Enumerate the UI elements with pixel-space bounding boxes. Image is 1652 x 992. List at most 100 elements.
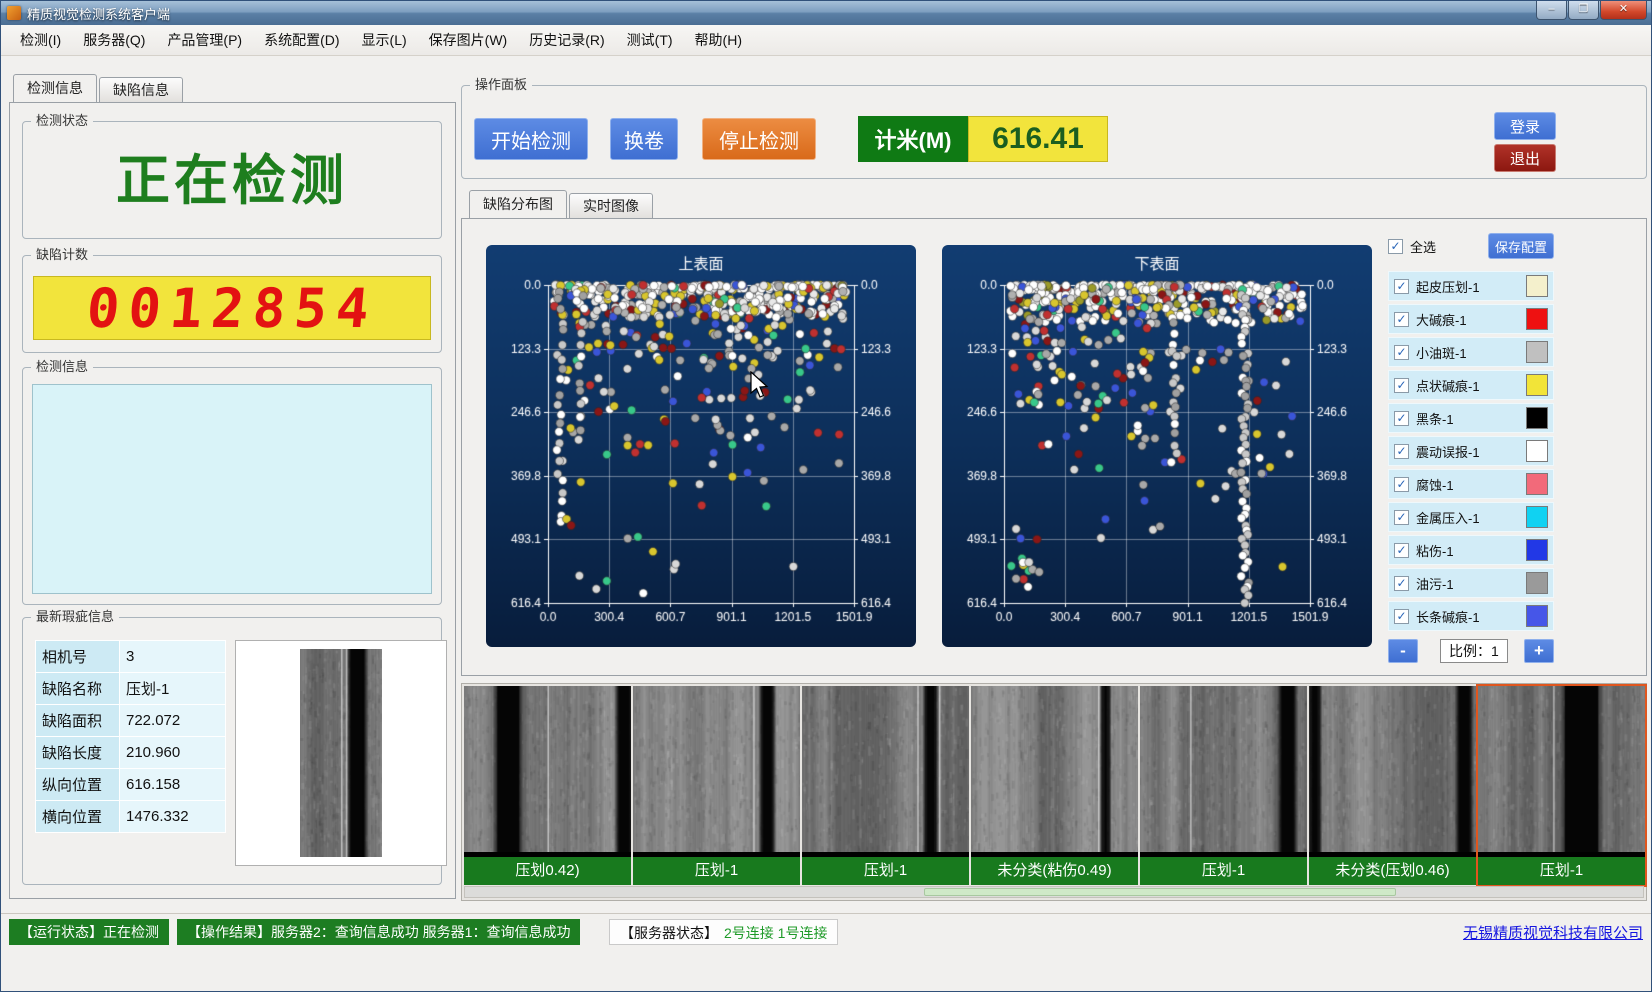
checkbox[interactable] <box>1394 378 1409 393</box>
legend-label: 大碱痕-1 <box>1416 310 1467 329</box>
change-roll-button[interactable]: 换卷 <box>610 118 678 160</box>
defect-thumbnail[interactable]: 压划-1 <box>1140 686 1307 885</box>
checkbox[interactable] <box>1394 576 1409 591</box>
logout-button[interactable]: 退出 <box>1494 144 1556 172</box>
statusbar: 【运行状态】正在检测 【操作结果】服务器2：查询信息成功 服务器1：查询信息成功… <box>1 913 1652 949</box>
menu-detect[interactable]: 检测(I) <box>9 25 72 56</box>
menu-save-image[interactable]: 保存图片(W) <box>418 25 519 56</box>
checkbox[interactable] <box>1394 543 1409 558</box>
legend-label: 黑条-1 <box>1416 409 1454 428</box>
checkbox[interactable] <box>1394 609 1409 624</box>
thumbnail-label: 压划0.42) <box>464 857 631 885</box>
checkbox[interactable] <box>1394 444 1409 459</box>
legend-item[interactable]: 震动误报-1 <box>1388 436 1554 466</box>
table-cell-label: 纵向位置 <box>36 769 120 801</box>
detect-info-group: 检测信息 <box>22 367 442 605</box>
legend-label: 粘伤-1 <box>1416 541 1454 560</box>
menu-display[interactable]: 显示(L) <box>351 25 418 56</box>
legend-label: 点状碱痕-1 <box>1416 376 1480 395</box>
scrollbar-thumb[interactable] <box>924 888 1395 896</box>
zoom-out-button[interactable]: - <box>1388 639 1418 663</box>
defect-type-list: 起皮压划-1 大碱痕-1 小油斑-1 点状碱痕-1 黑条-1 震动误报-1 腐蚀… <box>1388 271 1554 631</box>
checkbox[interactable] <box>1394 477 1409 492</box>
thumbnail-label: 压划-1 <box>633 857 800 885</box>
thumbnail-label: 压划-1 <box>1140 857 1307 885</box>
table-row: 缺陷名称 压划-1 <box>36 673 226 705</box>
defect-thumbnail-selected[interactable]: 压划-1 <box>1478 686 1645 885</box>
defect-thumbnail[interactable]: 压划-1 <box>633 686 800 885</box>
detect-status-group-title: 检测状态 <box>31 113 93 129</box>
tab-defect-info[interactable]: 缺陷信息 <box>99 77 183 102</box>
legend-header: 全选 保存配置 <box>1388 233 1554 259</box>
legend-item[interactable]: 小油斑-1 <box>1388 337 1554 367</box>
menu-server[interactable]: 服务器(Q) <box>72 25 156 56</box>
login-button[interactable]: 登录 <box>1494 112 1556 140</box>
legend-item[interactable]: 金属压入-1 <box>1388 502 1554 532</box>
menu-product[interactable]: 产品管理(P) <box>156 25 253 56</box>
latest-defect-table: 相机号 3 缺陷名称 压划-1 缺陷面积 722.072 缺陷长度 210.96… <box>35 640 226 833</box>
checkbox[interactable] <box>1394 411 1409 426</box>
defect-thumbnail[interactable]: 未分类(压划0.46) <box>1309 686 1476 885</box>
legend-item[interactable]: 黑条-1 <box>1388 403 1554 433</box>
menu-help[interactable]: 帮助(H) <box>684 25 753 56</box>
legend-item[interactable]: 大碱痕-1 <box>1388 304 1554 334</box>
checkbox[interactable] <box>1394 312 1409 327</box>
checkbox[interactable] <box>1394 510 1409 525</box>
defect-thumbnail[interactable]: 压划-1 <box>802 686 969 885</box>
defect-thumbnail[interactable]: 压划0.42) <box>464 686 631 885</box>
save-config-button[interactable]: 保存配置 <box>1488 233 1554 259</box>
control-panel-group: 操作面板 开始检测 换卷 停止检测 计米(M) 616.41 登录 退出 <box>461 85 1647 179</box>
defect-counter-value: 0012854 <box>84 277 380 340</box>
legend-item[interactable]: 粘伤-1 <box>1388 535 1554 565</box>
menubar: 检测(I) 服务器(Q) 产品管理(P) 系统配置(D) 显示(L) 保存图片(… <box>1 25 1651 56</box>
close-button[interactable]: ✕ <box>1600 1 1647 20</box>
view-tabstrip: 缺陷分布图 实时图像 <box>469 191 655 218</box>
menu-sysconfig[interactable]: 系统配置(D) <box>253 25 350 56</box>
table-cell-label: 缺陷名称 <box>36 673 120 705</box>
tab-defect-map[interactable]: 缺陷分布图 <box>469 190 567 218</box>
legend-label: 小油斑-1 <box>1416 343 1467 362</box>
meter-label: 计米(M) <box>858 116 968 162</box>
left-panel: 检测状态 正在检测 缺陷计数 0012854 检测信息 最新瑕疵信息 相机号 3… <box>9 102 456 899</box>
checkbox[interactable] <box>1394 279 1409 294</box>
latest-defect-preview <box>235 640 447 866</box>
detect-status-group: 检测状态 正在检测 <box>22 121 442 239</box>
start-detect-button[interactable]: 开始检测 <box>474 118 588 160</box>
legend-item[interactable]: 长条碱痕-1 <box>1388 601 1554 631</box>
table-cell-value: 1476.332 <box>120 801 226 833</box>
operation-result: 【操作结果】服务器2：查询信息成功 服务器1：查询信息成功 <box>177 919 580 945</box>
zoom-in-button[interactable]: + <box>1524 639 1554 663</box>
server-status-label: 【服务器状态】 <box>620 925 718 941</box>
stop-detect-button[interactable]: 停止检测 <box>702 118 816 160</box>
table-cell-value: 210.960 <box>120 737 226 769</box>
minimize-button[interactable]: – <box>1536 1 1567 20</box>
legend-label: 震动误报-1 <box>1416 442 1480 461</box>
menu-history[interactable]: 历史记录(R) <box>518 25 615 56</box>
tab-detect-info[interactable]: 检测信息 <box>13 74 97 102</box>
legend-item[interactable]: 腐蚀-1 <box>1388 469 1554 499</box>
control-panel-title: 操作面板 <box>470 77 532 93</box>
checkbox[interactable] <box>1394 345 1409 360</box>
defect-thumbnail[interactable]: 未分类(粘伤0.49) <box>971 686 1138 885</box>
meter-value: 616.41 <box>968 116 1108 162</box>
detect-status-text: 正在检测 <box>23 136 441 215</box>
thumbnail-label: 未分类(粘伤0.49) <box>971 857 1138 885</box>
table-cell-value: 616.158 <box>120 769 226 801</box>
legend-item[interactable]: 油污-1 <box>1388 568 1554 598</box>
app-window: 精质视觉检测系统客户端 – ❐ ✕ 检测(I) 服务器(Q) 产品管理(P) 系… <box>0 0 1652 992</box>
legend-item[interactable]: 起皮压划-1 <box>1388 271 1554 301</box>
horizontal-scrollbar[interactable] <box>464 886 1644 898</box>
color-swatch <box>1526 440 1548 462</box>
detect-info-textarea[interactable] <box>32 384 432 594</box>
table-cell-value: 3 <box>120 641 226 673</box>
left-tabstrip: 检测信息 缺陷信息 <box>13 75 185 102</box>
tab-live-image[interactable]: 实时图像 <box>569 193 653 218</box>
legend-item[interactable]: 点状碱痕-1 <box>1388 370 1554 400</box>
color-swatch <box>1526 506 1548 528</box>
table-row: 纵向位置 616.158 <box>36 769 226 801</box>
company-link[interactable]: 无锡精质视觉科技有限公司 <box>1463 922 1643 943</box>
menu-test[interactable]: 测试(T) <box>616 25 684 56</box>
select-all-checkbox[interactable] <box>1388 239 1403 254</box>
scatter-plot-lower-surface <box>942 245 1372 647</box>
maximize-button[interactable]: ❐ <box>1568 1 1599 20</box>
